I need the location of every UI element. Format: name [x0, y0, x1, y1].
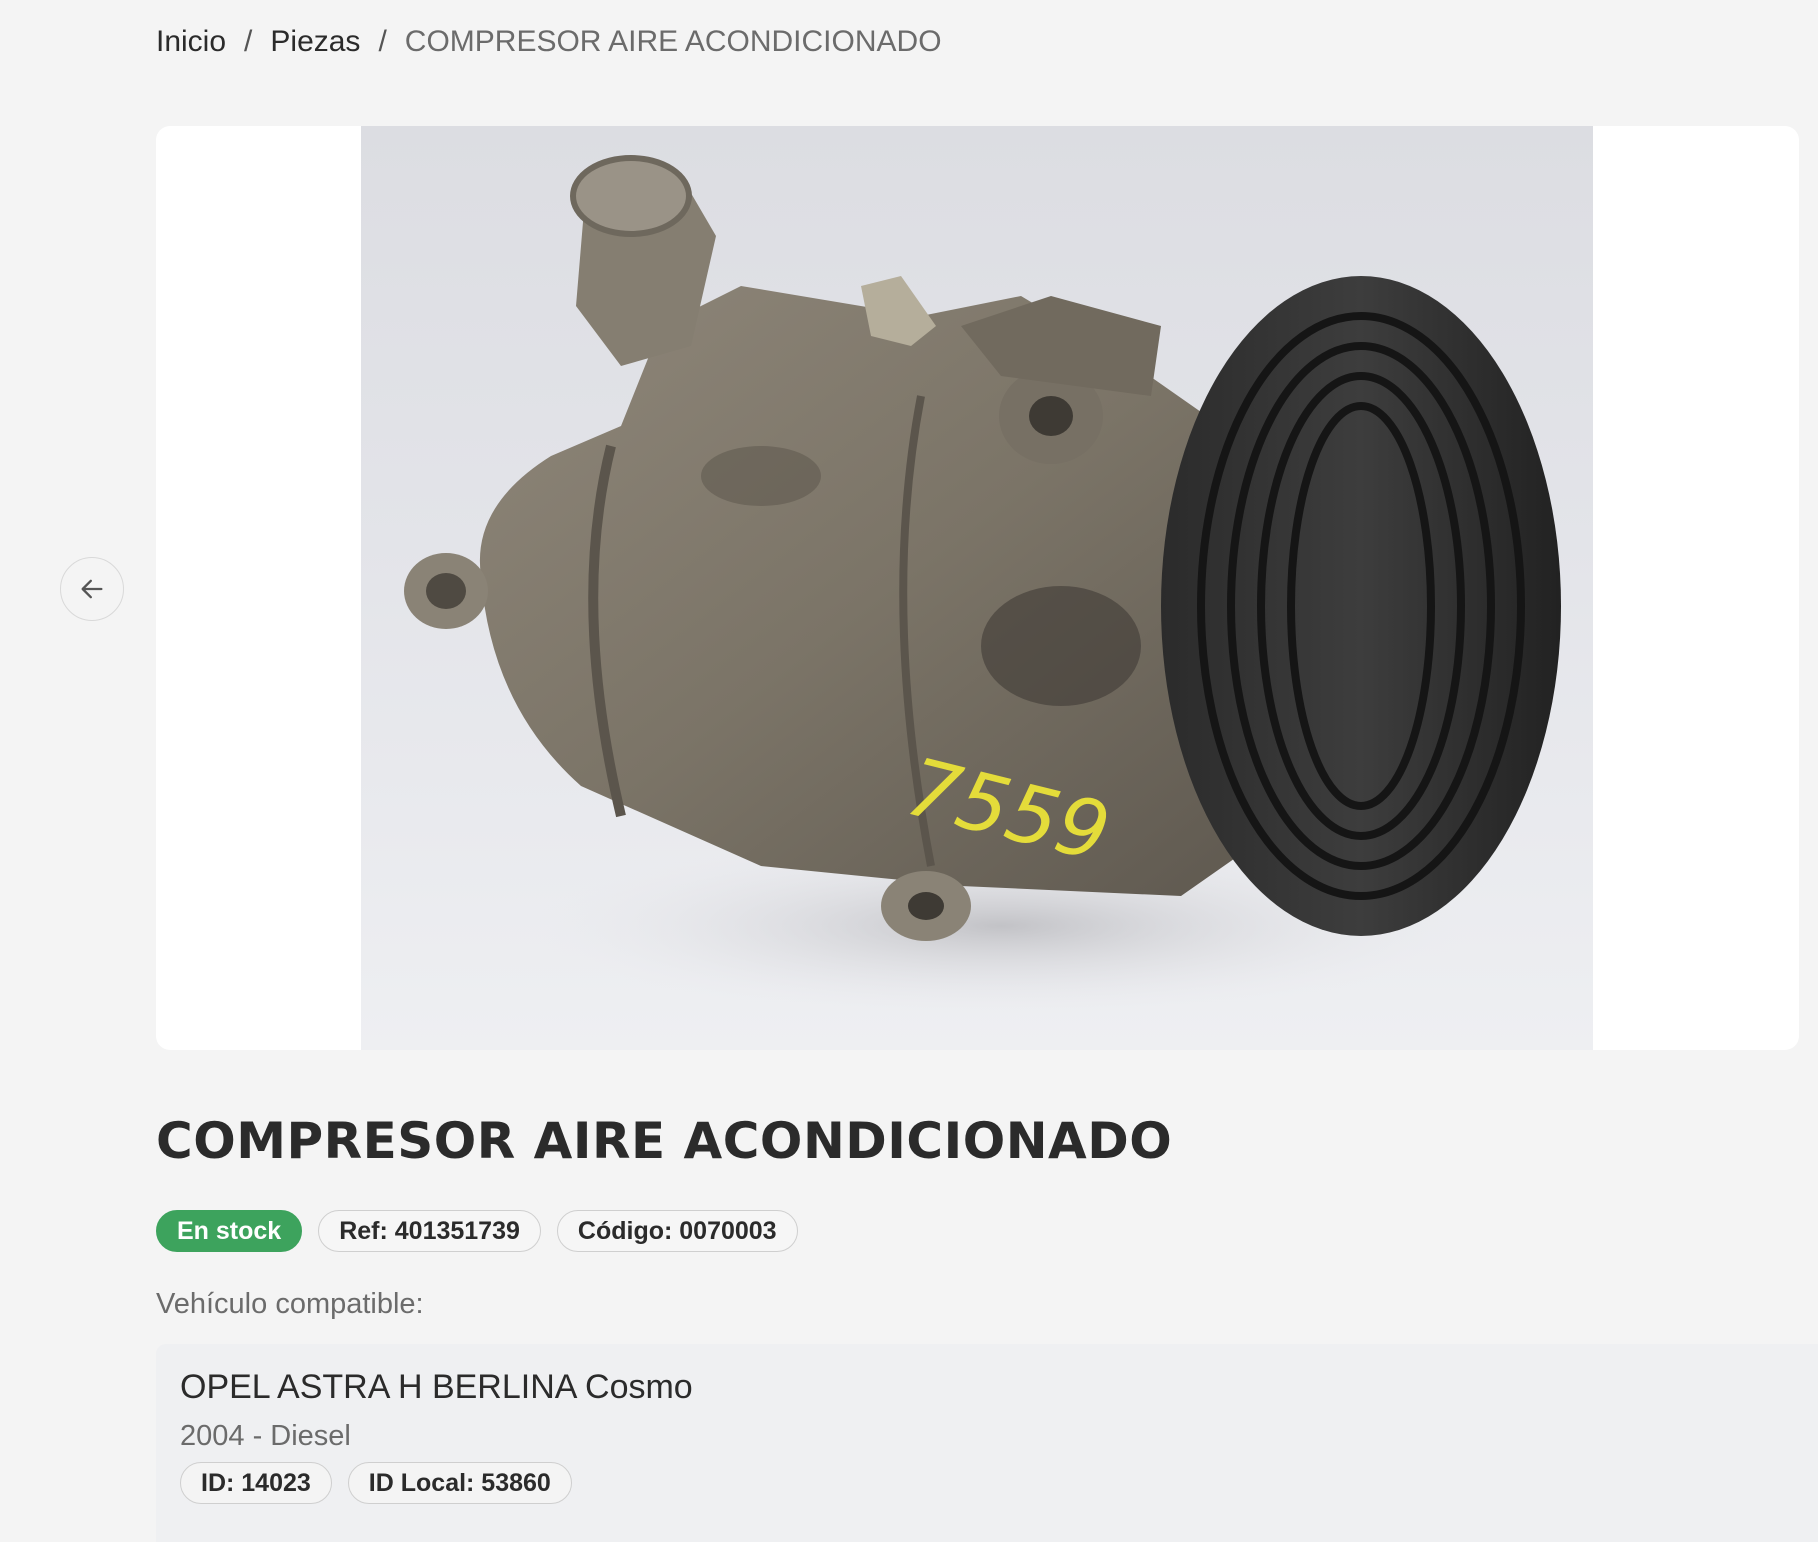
- arrow-left-icon: [81, 579, 103, 599]
- ref-badge: Ref: 401351739: [318, 1210, 541, 1252]
- breadcrumb-separator: /: [244, 25, 253, 58]
- breadcrumb-section-link[interactable]: Piezas: [270, 22, 360, 62]
- code-badge: Código: 0070003: [556, 1210, 798, 1252]
- vehicle-id-badge: ID: 14023: [180, 1462, 332, 1504]
- breadcrumb: Inicio / Piezas / COMPRESOR AIRE ACONDIC…: [156, 22, 942, 62]
- breadcrumb-home-link[interactable]: Inicio: [156, 22, 226, 62]
- gallery-prev-button[interactable]: [60, 557, 124, 621]
- breadcrumb-current: COMPRESOR AIRE ACONDICIONADO: [404, 25, 942, 58]
- product-title: COMPRESOR AIRE ACONDICIONADO: [156, 1112, 1173, 1170]
- product-gallery: 7559: [156, 126, 1799, 1050]
- vehicle-meta: 2004 - Diesel: [180, 1420, 351, 1452]
- compressor-image: 7559: [404, 155, 1561, 1016]
- vehicle-local-id-badge: ID Local: 53860: [347, 1462, 572, 1504]
- compatible-vehicle-label: Vehículo compatible:: [156, 1288, 424, 1320]
- stock-badge: En stock: [156, 1210, 303, 1252]
- product-photo[interactable]: 7559: [361, 126, 1593, 1050]
- breadcrumb-separator: /: [378, 25, 387, 58]
- vehicle-name: OPEL ASTRA H BERLINA Cosmo: [180, 1368, 693, 1406]
- vehicle-badges: ID: 14023 ID Local: 53860: [180, 1462, 572, 1504]
- product-badges: En stock Ref: 401351739 Código: 0070003: [156, 1210, 798, 1252]
- vehicle-card[interactable]: OPEL ASTRA H BERLINA Cosmo 2004 - Diesel…: [156, 1344, 1818, 1542]
